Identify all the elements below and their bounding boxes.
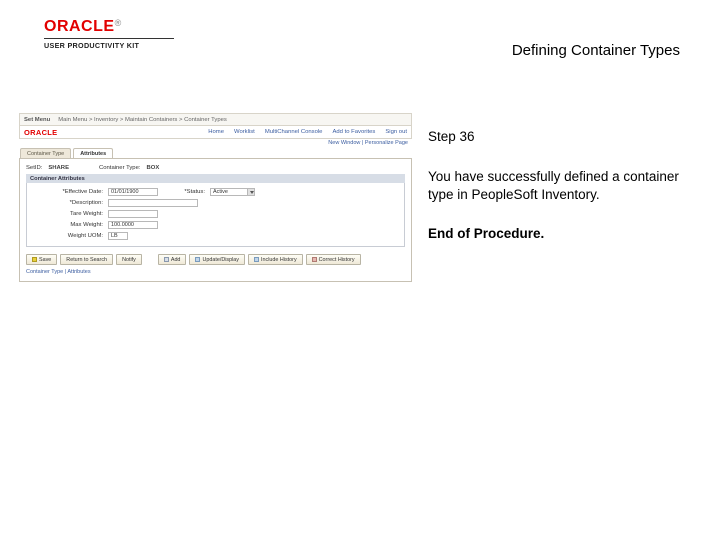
- tare-weight-label: Tare Weight:: [33, 211, 108, 217]
- setid-value: SHARE: [48, 165, 69, 171]
- setid-label: SetID:: [26, 165, 42, 171]
- save-icon: [32, 257, 37, 262]
- nav-mcc[interactable]: MultiChannel Console: [265, 129, 323, 135]
- end-of-procedure: End of Procedure.: [428, 225, 688, 243]
- footer-page-links[interactable]: Container Type | Attributes: [26, 269, 405, 275]
- page-title: Defining Container Types: [512, 42, 680, 59]
- breadcrumb-path: Main Menu > Inventory > Maintain Contain…: [58, 117, 227, 123]
- nav-favorites[interactable]: Add to Favorites: [332, 129, 375, 135]
- return-button[interactable]: Return to Search: [60, 254, 113, 265]
- container-type-label: Container Type:: [99, 165, 140, 171]
- correct-history-button[interactable]: Correct History: [306, 254, 361, 265]
- effective-date-input[interactable]: 01/01/1900: [108, 188, 158, 196]
- nav-home[interactable]: Home: [208, 129, 224, 135]
- app-header-bar: ORACLE Home Worklist MultiChannel Consol…: [19, 126, 412, 139]
- section-container-attributes: Container Attributes: [26, 174, 405, 183]
- status-select[interactable]: Active: [210, 188, 248, 196]
- app-oracle-logo: ORACLE: [24, 128, 57, 137]
- add-button[interactable]: Add: [158, 254, 187, 265]
- page-header: ORACLE® USER PRODUCTIVITY KIT Defining C…: [0, 18, 720, 68]
- instruction-panel: Step 36 You have successfully defined a …: [428, 128, 688, 243]
- tab-attributes[interactable]: Attributes: [73, 148, 113, 158]
- instruction-body: You have successfully defined a containe…: [428, 168, 688, 204]
- description-label: *Description:: [33, 200, 108, 206]
- max-weight-input[interactable]: 100.0000: [108, 221, 158, 229]
- save-button[interactable]: Save: [26, 254, 57, 265]
- upk-subline: USER PRODUCTIVITY KIT: [44, 38, 174, 50]
- weight-uom-input[interactable]: LB: [108, 232, 128, 240]
- tare-weight-input[interactable]: [108, 210, 158, 218]
- max-weight-label: Max Weight:: [33, 222, 108, 228]
- action-button-bar: Save Return to Search Notify Add Update/…: [26, 254, 405, 265]
- history-icon: [254, 257, 259, 262]
- add-icon: [164, 257, 169, 262]
- tab-container-type[interactable]: Container Type: [20, 148, 71, 158]
- breadcrumb-bar: Set Menu Main Menu > Inventory > Maintai…: [19, 113, 412, 126]
- description-input[interactable]: [108, 199, 198, 207]
- set-menu-label: Set Menu: [24, 117, 50, 123]
- embedded-screenshot: Set Menu Main Menu > Inventory > Maintai…: [19, 113, 412, 281]
- chevron-down-icon[interactable]: [248, 188, 255, 196]
- page-tabs: Container Type Attributes: [20, 148, 412, 158]
- nav-worklist[interactable]: Worklist: [234, 129, 255, 135]
- weight-uom-label: Weight UOM:: [33, 233, 108, 239]
- container-type-value: BOX: [146, 165, 159, 171]
- page-body: SetID: SHARE Container Type: BOX Contain…: [19, 158, 412, 282]
- oracle-wordmark: ORACLE: [44, 18, 115, 35]
- effective-date-label: *Effective Date:: [33, 189, 108, 195]
- correct-icon: [312, 257, 317, 262]
- nav-signout[interactable]: Sign out: [385, 129, 407, 135]
- status-label: *Status:: [178, 189, 210, 195]
- registered-mark: ®: [115, 18, 122, 28]
- update-display-button[interactable]: Update/Display: [189, 254, 245, 265]
- step-label: Step 36: [428, 128, 688, 146]
- new-window-link[interactable]: New Window | Personalize Page: [19, 139, 412, 148]
- notify-button[interactable]: Notify: [116, 254, 142, 265]
- update-icon: [195, 257, 200, 262]
- oracle-upk-logo: ORACLE® USER PRODUCTIVITY KIT: [44, 18, 174, 50]
- include-history-button[interactable]: Include History: [248, 254, 303, 265]
